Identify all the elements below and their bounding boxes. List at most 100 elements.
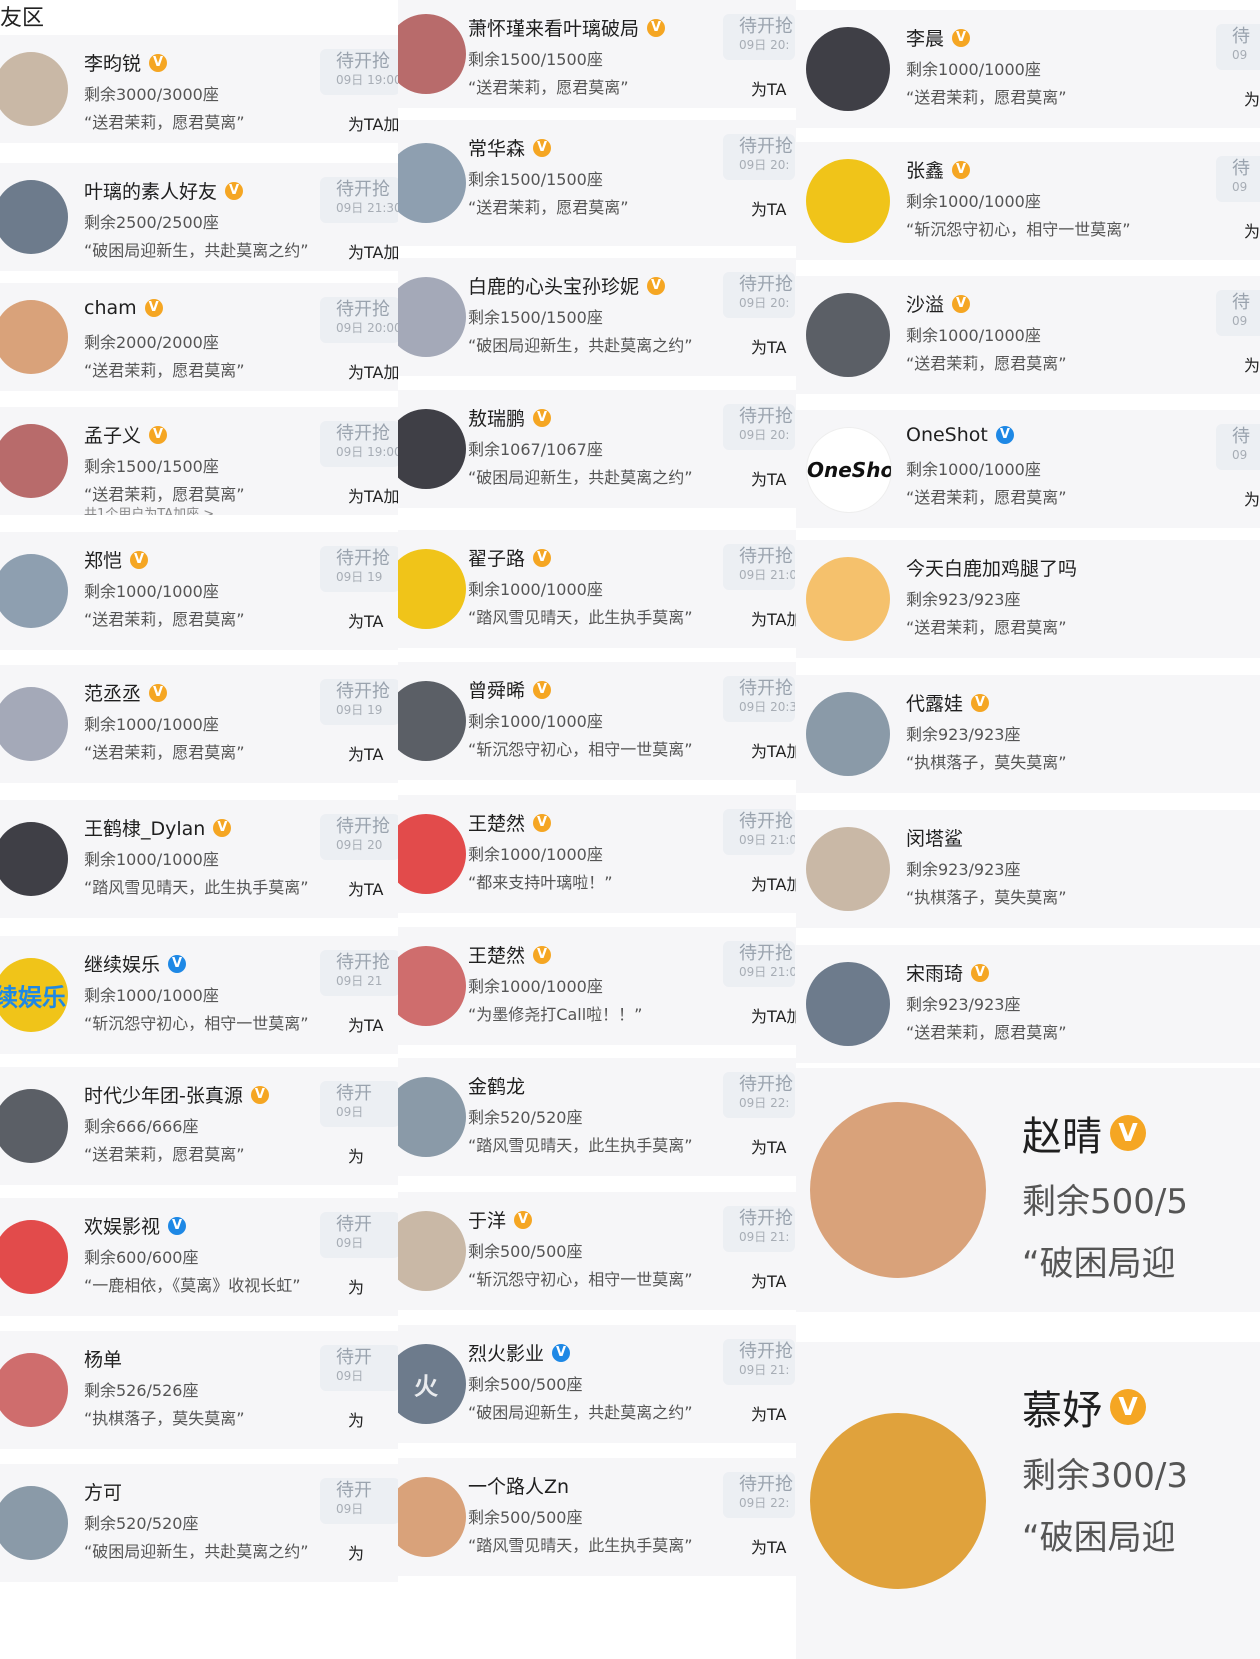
grab-seat-status-button[interactable]: 待开 09日 <box>320 1081 398 1127</box>
creator-name[interactable]: 李昀锐 <box>84 49 141 76</box>
add-seat-for-ta-link[interactable]: 为 <box>348 1274 364 1298</box>
add-seat-for-ta-link[interactable]: 为TA加 <box>348 483 398 507</box>
add-seat-for-ta-link[interactable]: 为TA <box>751 1534 786 1558</box>
grab-seat-status-button[interactable]: 待开抢 09日 21:0 <box>723 809 795 855</box>
creator-card[interactable]: 于洋 V 剩余500/500座 “斩沉怨守初心，相守一世莫离” 待开抢 09日 21: 为T… <box>398 1192 796 1310</box>
grab-seat-status-button[interactable]: 待开 09日 <box>320 1478 398 1524</box>
creator-name[interactable]: 欢娱影视 <box>84 1212 160 1239</box>
creator-card[interactable]: 宋雨琦 V 剩余923/923座 “送君茉莉，愿君莫离” <box>796 945 1260 1063</box>
add-seat-for-ta-link[interactable]: 为TA加 <box>751 1003 796 1027</box>
add-seat-for-ta-link[interactable]: 为TA加 <box>751 871 796 895</box>
person-avatar-icon[interactable] <box>806 827 890 911</box>
creator-name[interactable]: 一个路人Zn <box>468 1472 569 1499</box>
grab-seat-status-button[interactable]: 待开抢 09日 20:3 <box>723 676 795 722</box>
person-avatar-icon[interactable] <box>0 180 68 254</box>
add-seat-for-ta-link[interactable]: 为TA <box>751 334 786 358</box>
creator-card[interactable]: 慕妤 V 剩余300/3 “破困局迎 <box>796 1342 1260 1659</box>
mascot-avatar-icon[interactable] <box>0 1220 68 1294</box>
creator-name[interactable]: 慕妤 <box>1022 1378 1102 1436</box>
grab-seat-status-button[interactable]: 待开抢 09日 21:0 <box>723 544 795 590</box>
person-avatar-icon[interactable] <box>398 277 466 357</box>
creator-name[interactable]: 李晨 <box>906 24 944 51</box>
person-avatar-icon[interactable] <box>398 409 466 489</box>
person-avatar-icon[interactable] <box>0 1089 68 1163</box>
person-avatar-icon[interactable] <box>806 962 890 1046</box>
person-avatar-icon[interactable] <box>0 554 68 628</box>
creator-card[interactable]: 火 烈火影业 V 剩余500/500座 “破困局迎新生，共赴莫离之约” 待开抢 09日 21… <box>398 1325 796 1443</box>
grab-seat-status-button[interactable]: 待开抢 09日 21: <box>723 1206 795 1252</box>
add-seat-for-ta-link[interactable]: 为 <box>348 1143 364 1167</box>
creator-name[interactable]: 今天白鹿加鸡腿了吗 <box>906 554 1077 581</box>
add-seat-for-ta-link[interactable]: 为TA <box>751 196 786 220</box>
creator-card[interactable]: 方可 剩余520/520座 “破困局迎新生，共赴莫离之约” 待开 09日为 <box>0 1464 398 1582</box>
creator-card[interactable]: 王楚然 V 剩余1000/1000座 “为墨修尧打Call啦！！” 待开抢 09日 21:… <box>398 927 796 1045</box>
grab-seat-status-button[interactable]: 待 09 <box>1216 424 1260 470</box>
illustration-avatar-icon[interactable] <box>810 1412 986 1589</box>
person-avatar-icon[interactable] <box>398 946 466 1026</box>
grab-seat-status-button[interactable]: 待开抢 09日 21:30 <box>320 177 398 223</box>
person-avatar-icon[interactable] <box>398 1211 466 1291</box>
creator-name[interactable]: 范丞丞 <box>84 679 141 706</box>
add-seat-for-ta-link[interactable]: 为TA <box>348 1012 383 1036</box>
grab-seat-status-button[interactable]: 待 09 <box>1216 24 1260 70</box>
creator-card[interactable]: 李昀锐 V 剩余3000/3000座 “送君茉莉，愿君莫离” 待开抢 09日 19:00 为… <box>0 35 398 143</box>
creator-name[interactable]: 张鑫 <box>906 156 944 183</box>
grab-seat-status-button[interactable]: 待开抢 09日 20: <box>723 134 795 180</box>
add-seat-for-ta-link[interactable]: 为 <box>348 1407 364 1431</box>
add-seat-for-ta-link[interactable]: 为TA加 <box>348 359 398 383</box>
creator-card[interactable]: 一个路人Zn 剩余500/500座 “踏风雪见晴天，此生执手莫离” 待开抢 09日 22… <box>398 1458 796 1576</box>
grab-seat-status-button[interactable]: 待开抢 09日 19 <box>320 679 398 725</box>
grab-seat-status-button[interactable]: 待开 09日 <box>320 1212 398 1258</box>
grab-seat-status-button[interactable]: 待开抢 09日 20:00 <box>320 297 398 343</box>
add-seat-for-ta-link[interactable]: 为TA <box>751 1401 786 1425</box>
creator-card[interactable]: 范丞丞 V 剩余1000/1000座 “送君茉莉，愿君莫离” 待开抢 09日 19 为TA <box>0 665 398 783</box>
creator-card[interactable]: 欢娱影视 V 剩余600/600座 “一鹿相依，《莫离》收视长虹” 待开 09日为 <box>0 1198 398 1316</box>
creator-name[interactable]: 孟子义 <box>84 421 141 448</box>
creator-card[interactable]: 续娱乐 继续娱乐 V 剩余1000/1000座 “斩沉怨守初心，相守一世莫离” 待开抢 09… <box>0 936 398 1054</box>
creator-name[interactable]: 曾舜晞 <box>468 676 525 703</box>
creator-card[interactable]: 李晨 V 剩余1000/1000座 “送君茉莉，愿君莫离” 待 09 为 <box>796 10 1260 128</box>
creator-card[interactable]: 孟子义 V 剩余1500/1500座 “送君茉莉，愿君莫离” 共1个用户为TA加座 > 待… <box>0 407 398 515</box>
creator-name[interactable]: 萧怀瑾来看叶璃破局 <box>468 14 639 41</box>
grab-seat-status-button[interactable]: 待开抢 09日 19:00 <box>320 49 398 95</box>
grab-seat-status-button[interactable]: 待开抢 09日 19 <box>320 546 398 592</box>
creator-name[interactable]: 郑恺 <box>84 546 122 573</box>
creator-name[interactable]: 赵晴 <box>1022 1104 1102 1162</box>
add-seat-for-ta-link[interactable]: 为TA <box>751 76 786 100</box>
creator-name[interactable]: 沙溢 <box>906 290 944 317</box>
creator-card[interactable]: 敖瑞鹏 V 剩余1067/1067座 “破困局迎新生，共赴莫离之约” 待开抢 09日 20… <box>398 390 796 508</box>
creator-name[interactable]: 于洋 <box>468 1206 506 1233</box>
creator-name[interactable]: 叶璃的素人好友 <box>84 177 217 204</box>
person-avatar-icon[interactable] <box>806 27 890 111</box>
creator-card[interactable]: OneShot OneShot V 剩余1000/1000座 “送君茉莉，愿君莫离” 待0… <box>796 410 1260 528</box>
person-avatar-icon[interactable] <box>398 681 466 761</box>
person-avatar-icon[interactable] <box>398 1477 466 1557</box>
person-avatar-icon[interactable] <box>398 1077 466 1157</box>
creator-name[interactable]: 继续娱乐 <box>84 950 160 977</box>
creator-name[interactable]: 常华森 <box>468 134 525 161</box>
creator-name[interactable]: cham <box>84 297 137 319</box>
creator-card[interactable]: 今天白鹿加鸡腿了吗 剩余923/923座 “送君茉莉，愿君莫离” <box>796 540 1260 658</box>
creator-name[interactable]: 敖瑞鹏 <box>468 404 525 431</box>
grab-seat-status-button[interactable]: 待开抢 09日 22: <box>723 1072 795 1118</box>
grab-seat-status-button[interactable]: 待开抢 09日 20 <box>320 814 398 860</box>
person-avatar-icon[interactable] <box>398 814 466 894</box>
creator-card[interactable]: 萧怀瑾来看叶璃破局 V 剩余1500/1500座 “送君茉莉，愿君莫离” 待开抢 09日 … <box>398 0 796 108</box>
grab-seat-status-button[interactable]: 待开抢 09日 20: <box>723 404 795 450</box>
grab-seat-status-button[interactable]: 待开抢 09日 22: <box>723 1472 795 1518</box>
creator-card[interactable]: 叶璃的素人好友 V 剩余2500/2500座 “破困局迎新生，共赴莫离之约” 待开抢 09… <box>0 163 398 271</box>
creator-card[interactable]: 王鹤棣_Dylan V 剩余1000/1000座 “踏风雪见晴天，此生执手莫离” 待开抢… <box>0 800 398 918</box>
creator-name[interactable]: 翟子路 <box>468 544 525 571</box>
grab-seat-status-button[interactable]: 待开抢 09日 21 <box>320 950 398 996</box>
person-avatar-icon[interactable] <box>0 1486 68 1560</box>
add-seat-for-ta-link[interactable]: 为TA <box>348 608 383 632</box>
creator-name[interactable]: 烈火影业 <box>468 1339 544 1366</box>
person-avatar-icon[interactable] <box>0 1353 68 1427</box>
creator-card[interactable]: 王楚然 V 剩余1000/1000座 “都来支持叶璃啦！” 待开抢 09日 21:0 为TA… <box>398 795 796 913</box>
add-seat-for-ta-link[interactable]: 为TA <box>751 1134 786 1158</box>
grab-seat-status-button[interactable]: 待开抢 09日 21: <box>723 1339 795 1385</box>
food-avatar-icon[interactable] <box>0 300 68 374</box>
creator-name[interactable]: 王楚然 <box>468 809 525 836</box>
grab-seat-status-button[interactable]: 待开抢 09日 20: <box>723 272 795 318</box>
creator-name[interactable]: 时代少年团-张真源 <box>84 1081 243 1108</box>
